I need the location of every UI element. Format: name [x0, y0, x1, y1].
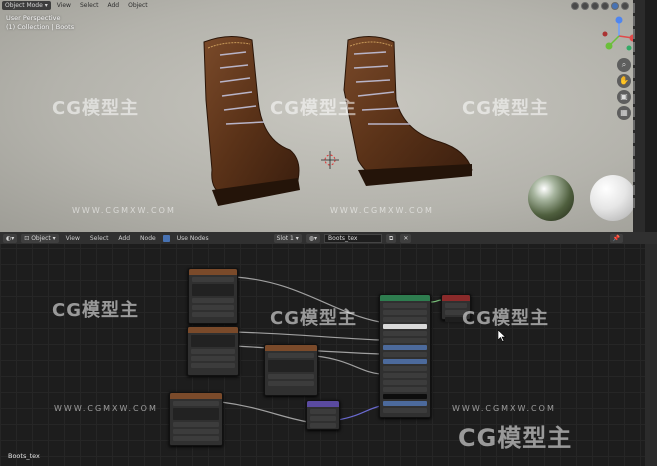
sidebar-tab[interactable] — [633, 146, 645, 156]
sidebar-tab[interactable] — [633, 159, 645, 169]
watermark-url: WWW.CGMXW.COM — [54, 404, 158, 413]
sidebar-tab[interactable] — [633, 107, 645, 117]
pan-icon[interactable]: ✋ — [617, 74, 631, 88]
overlay-icon[interactable] — [571, 1, 579, 10]
watermark-logo: CG模型主 — [52, 300, 139, 321]
sidebar-tab[interactable] — [633, 172, 645, 182]
3d-viewport[interactable]: Object Mode ▾ View Select Add Object Use… — [0, 0, 645, 232]
grid-icon[interactable]: ▦ — [617, 106, 631, 120]
watermark-url: WWW.CGMXW.COM — [72, 206, 176, 215]
sidebar-tab[interactable] — [633, 133, 645, 143]
node-header — [188, 327, 238, 333]
viewport-header: Object Mode ▾ View Select Add Object — [0, 0, 645, 11]
watermark-url: WWW.CGMXW.COM — [452, 404, 556, 413]
collection-label: (1) Collection | Boots — [6, 23, 75, 31]
watermark-url: WWW.CGMXW.COM — [330, 206, 434, 215]
node-sidebar-strip[interactable] — [645, 244, 657, 466]
image-texture-node[interactable] — [188, 268, 238, 324]
sidebar-tab[interactable] — [633, 55, 645, 65]
boots-model[interactable] — [190, 30, 500, 220]
menu-view[interactable]: View — [54, 1, 74, 10]
image-texture-node[interactable] — [169, 392, 223, 446]
principled-bsdf-node[interactable] — [379, 294, 431, 418]
3d-cursor-icon — [321, 151, 339, 169]
node-header — [189, 269, 237, 275]
n-panel-tabs[interactable] — [633, 0, 645, 232]
shader-node-editor[interactable]: ◐▾ ⊡ Object ▾ View Select Add Node Use N… — [0, 232, 657, 466]
sidebar-tab[interactable] — [633, 81, 645, 91]
sidebar-tab[interactable] — [633, 42, 645, 52]
node-header — [442, 295, 470, 301]
node-header — [380, 295, 430, 301]
image-selector[interactable] — [191, 335, 235, 347]
mouse-cursor-icon — [498, 330, 506, 342]
menu-object[interactable]: Object — [125, 1, 151, 10]
node-header — [170, 393, 222, 399]
node-header — [307, 401, 339, 407]
mode-dropdown[interactable]: Object Mode ▾ — [2, 1, 51, 10]
node-header — [265, 345, 317, 351]
menu-add[interactable]: Add — [104, 1, 122, 10]
menu-select[interactable]: Select — [77, 1, 102, 10]
image-texture-node[interactable] — [264, 344, 318, 396]
normal-map-node[interactable] — [306, 400, 340, 430]
sidebar-tab[interactable] — [633, 3, 645, 13]
viewport-shading-tools — [571, 0, 629, 11]
watermark-logo: CG模型主 — [52, 98, 139, 119]
sidebar-tab[interactable] — [633, 29, 645, 39]
camera-icon[interactable]: ▣ — [617, 90, 631, 104]
watermark-logo: CG模型主 — [458, 424, 573, 452]
image-selector[interactable] — [192, 284, 234, 296]
sidebar-tab[interactable] — [633, 185, 645, 195]
rendered-shading-icon[interactable] — [621, 1, 629, 10]
sidebar-tab[interactable] — [633, 94, 645, 104]
solid-shading-icon[interactable] — [601, 1, 609, 10]
wireframe-shading-icon[interactable] — [591, 1, 599, 10]
sidebar-tab[interactable] — [633, 198, 645, 208]
view-name-label: User Perspective — [6, 14, 61, 22]
watermark-logo: CG模型主 — [462, 98, 549, 119]
hdri-preview-ball — [528, 175, 574, 221]
watermark-logo: CG模型主 — [270, 98, 357, 119]
image-selector[interactable] — [173, 408, 219, 420]
sidebar-tab[interactable] — [633, 120, 645, 130]
sidebar-tab[interactable] — [633, 68, 645, 78]
watermark-logo: CG模型主 — [270, 308, 357, 329]
material-name-footer: Boots_tex — [8, 452, 40, 460]
image-texture-node[interactable] — [187, 326, 239, 376]
sidebar-tab[interactable] — [633, 16, 645, 26]
image-selector[interactable] — [268, 360, 314, 372]
watermark-logo: CG模型主 — [462, 308, 549, 329]
diffuse-preview-ball — [590, 175, 636, 221]
material-shading-icon[interactable] — [611, 1, 619, 10]
xray-icon[interactable] — [581, 1, 589, 10]
zoom-icon[interactable]: ⌕ — [617, 58, 631, 72]
